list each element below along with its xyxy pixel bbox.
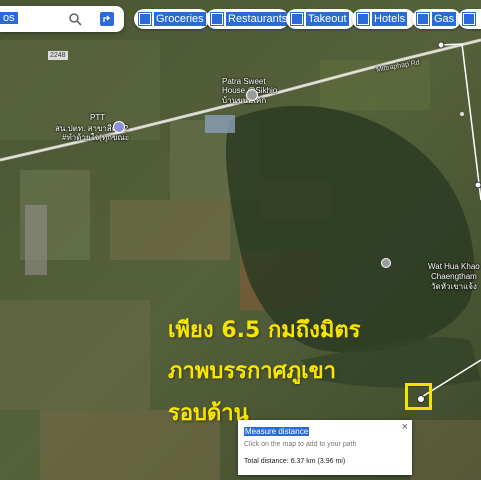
place-pin-patra[interactable] xyxy=(246,89,258,101)
place-label-patra-thai: บ้านขนมเค้ก xyxy=(222,96,267,105)
chip-restaurants[interactable]: Restaurants xyxy=(206,9,289,29)
chip-groceries[interactable]: Groceries xyxy=(134,9,209,29)
place-pin-wat[interactable] xyxy=(381,258,391,268)
measure-total: Total distance: 6.37 km (3.96 mi) xyxy=(244,458,346,465)
place-label-wat2: Chaengtham xyxy=(431,272,477,281)
search-input[interactable]: os xyxy=(0,12,18,24)
place-label-ptt-thai2: #ทำด้วยใจ(ทุกขณะ xyxy=(62,133,130,142)
overlay-text-line2: ภาพบรรกาศภูเขา xyxy=(168,359,337,384)
measure-title: Measure distance xyxy=(244,427,310,436)
measure-point-end[interactable] xyxy=(417,395,425,403)
search-box[interactable]: os xyxy=(0,6,124,32)
chip-gas[interactable]: Gas xyxy=(412,9,461,29)
search-icon[interactable] xyxy=(68,12,82,26)
chip-takeout[interactable]: Takeout xyxy=(286,9,355,29)
place-label-wat[interactable]: Wat Hua Khao xyxy=(428,262,480,271)
road-number-label: 2248 xyxy=(48,51,68,60)
measure-point-mid[interactable] xyxy=(474,181,481,189)
place-label-ptt[interactable]: PTT xyxy=(90,113,105,122)
measure-point-start[interactable] xyxy=(437,41,445,49)
bed-icon xyxy=(357,13,369,25)
chip-hotels[interactable]: Hotels xyxy=(352,9,415,29)
overlay-text-line1: เพียง 6.5 กมถึงมิตร xyxy=(168,318,361,343)
close-icon[interactable]: × xyxy=(402,421,408,433)
measure-distance-card: Measure distance × Click on the map to a… xyxy=(238,420,412,475)
chip-more[interactable] xyxy=(458,9,481,29)
overlay-text-line3: รอบด้าน xyxy=(168,401,249,426)
place-pin-ptt[interactable] xyxy=(113,121,125,133)
place-label-wat3: วัดหัวเขาแจ้ง xyxy=(431,282,477,291)
highlight-box xyxy=(405,383,432,410)
measure-hint: Click on the map to add to your path xyxy=(244,441,357,448)
directions-icon[interactable] xyxy=(100,12,114,26)
takeout-icon xyxy=(291,13,303,25)
measure-point-mid2[interactable] xyxy=(460,112,464,116)
cart-icon xyxy=(139,13,151,25)
fork-knife-icon xyxy=(211,13,223,25)
gas-icon xyxy=(417,13,429,25)
more-icon xyxy=(463,13,475,25)
